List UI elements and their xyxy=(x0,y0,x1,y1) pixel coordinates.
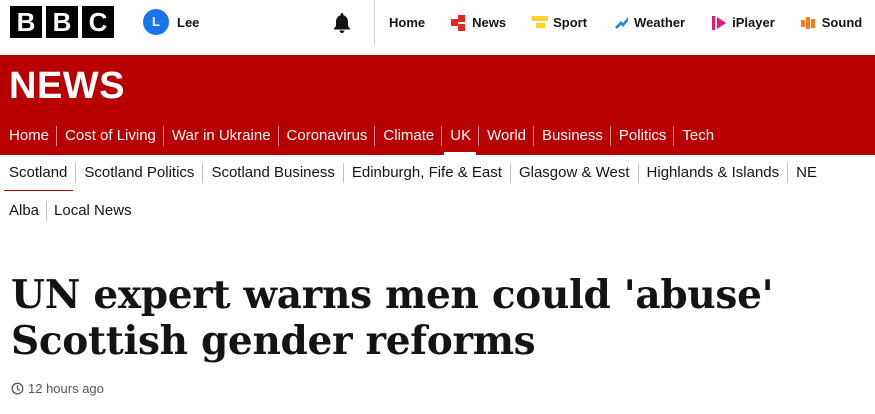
section-title[interactable]: NEWS xyxy=(9,65,125,108)
top-nav-sport-label: Sport xyxy=(553,15,588,30)
top-nav-sound-label: Sound xyxy=(821,15,863,30)
top-nav-home-label: Home xyxy=(389,15,426,30)
clock-icon xyxy=(11,382,24,395)
article-headline: UN expert warns men could 'abuse' Scotti… xyxy=(11,272,871,364)
primary-nav-climate[interactable]: Climate xyxy=(374,126,441,146)
news-icon xyxy=(451,14,466,31)
top-nav-sound[interactable]: Sound xyxy=(787,0,874,45)
headline-line-1: UN expert warns men could 'abuse' xyxy=(11,272,774,318)
primary-nav-uk[interactable]: UK xyxy=(441,126,478,156)
avatar: L xyxy=(143,9,169,35)
sound-icon xyxy=(800,16,815,29)
top-nav-weather-label: Weather xyxy=(634,15,686,30)
secondary-nav-glasgow-west[interactable]: Glasgow & West xyxy=(509,163,638,183)
top-nav: Home News Sport Weather iPlayer Sound xyxy=(375,0,874,45)
top-nav-iplayer[interactable]: iPlayer xyxy=(697,0,787,45)
weather-icon xyxy=(615,16,629,29)
top-bar: B B C L Lee Home News Sport Weather iPla… xyxy=(0,0,875,45)
logo-letter-b1: B xyxy=(10,6,42,38)
top-nav-news[interactable]: News xyxy=(437,0,518,45)
tertiary-nav-local-news[interactable]: Local News xyxy=(46,201,139,221)
primary-nav-business[interactable]: Business xyxy=(533,126,610,146)
primary-nav-world[interactable]: World xyxy=(478,126,533,146)
top-nav-sport[interactable]: Sport xyxy=(518,0,599,45)
secondary-nav-edinburgh-fife-east[interactable]: Edinburgh, Fife & East xyxy=(342,163,510,183)
secondary-nav-scotland-politics[interactable]: Scotland Politics xyxy=(75,163,202,183)
tertiary-nav-alba[interactable]: Alba xyxy=(0,201,46,221)
primary-nav-cost-of-living[interactable]: Cost of Living xyxy=(56,126,163,146)
secondary-nav: Scotland Scotland Politics Scotland Busi… xyxy=(0,155,875,191)
iplayer-icon xyxy=(712,15,727,30)
primary-nav: Home Cost of Living War in Ukraine Coron… xyxy=(0,117,875,156)
secondary-nav-ne-truncated[interactable]: NE xyxy=(787,163,825,183)
account-name: Lee xyxy=(177,14,200,30)
tertiary-nav: Alba Local News xyxy=(0,198,139,224)
primary-nav-home[interactable]: Home xyxy=(0,126,56,146)
primary-nav-tech[interactable]: Tech xyxy=(673,126,721,146)
primary-nav-coronavirus[interactable]: Coronavirus xyxy=(277,126,375,146)
secondary-nav-highlands-islands[interactable]: Highlands & Islands xyxy=(637,163,788,183)
primary-nav-politics[interactable]: Politics xyxy=(609,126,674,146)
secondary-nav-scotland[interactable]: Scotland xyxy=(0,163,75,191)
headline-line-2: Scottish gender reforms xyxy=(11,318,536,364)
logo-letter-b2: B xyxy=(46,6,78,38)
top-nav-weather[interactable]: Weather xyxy=(599,0,697,45)
top-nav-home[interactable]: Home xyxy=(375,0,437,45)
bbc-logo[interactable]: B B C xyxy=(10,6,114,38)
top-nav-iplayer-label: iPlayer xyxy=(732,15,775,30)
bell-icon[interactable] xyxy=(330,11,354,35)
article-timestamp: 12 hours ago xyxy=(11,381,104,396)
top-nav-news-label: News xyxy=(472,15,507,30)
news-banner: NEWS xyxy=(0,55,875,117)
secondary-nav-scotland-business[interactable]: Scotland Business xyxy=(202,163,342,183)
sport-icon xyxy=(532,15,549,28)
timestamp-text: 12 hours ago xyxy=(28,381,104,396)
logo-letter-c: C xyxy=(82,6,114,38)
primary-nav-war-in-ukraine[interactable]: War in Ukraine xyxy=(162,126,278,146)
account-link[interactable]: L Lee xyxy=(143,9,199,35)
